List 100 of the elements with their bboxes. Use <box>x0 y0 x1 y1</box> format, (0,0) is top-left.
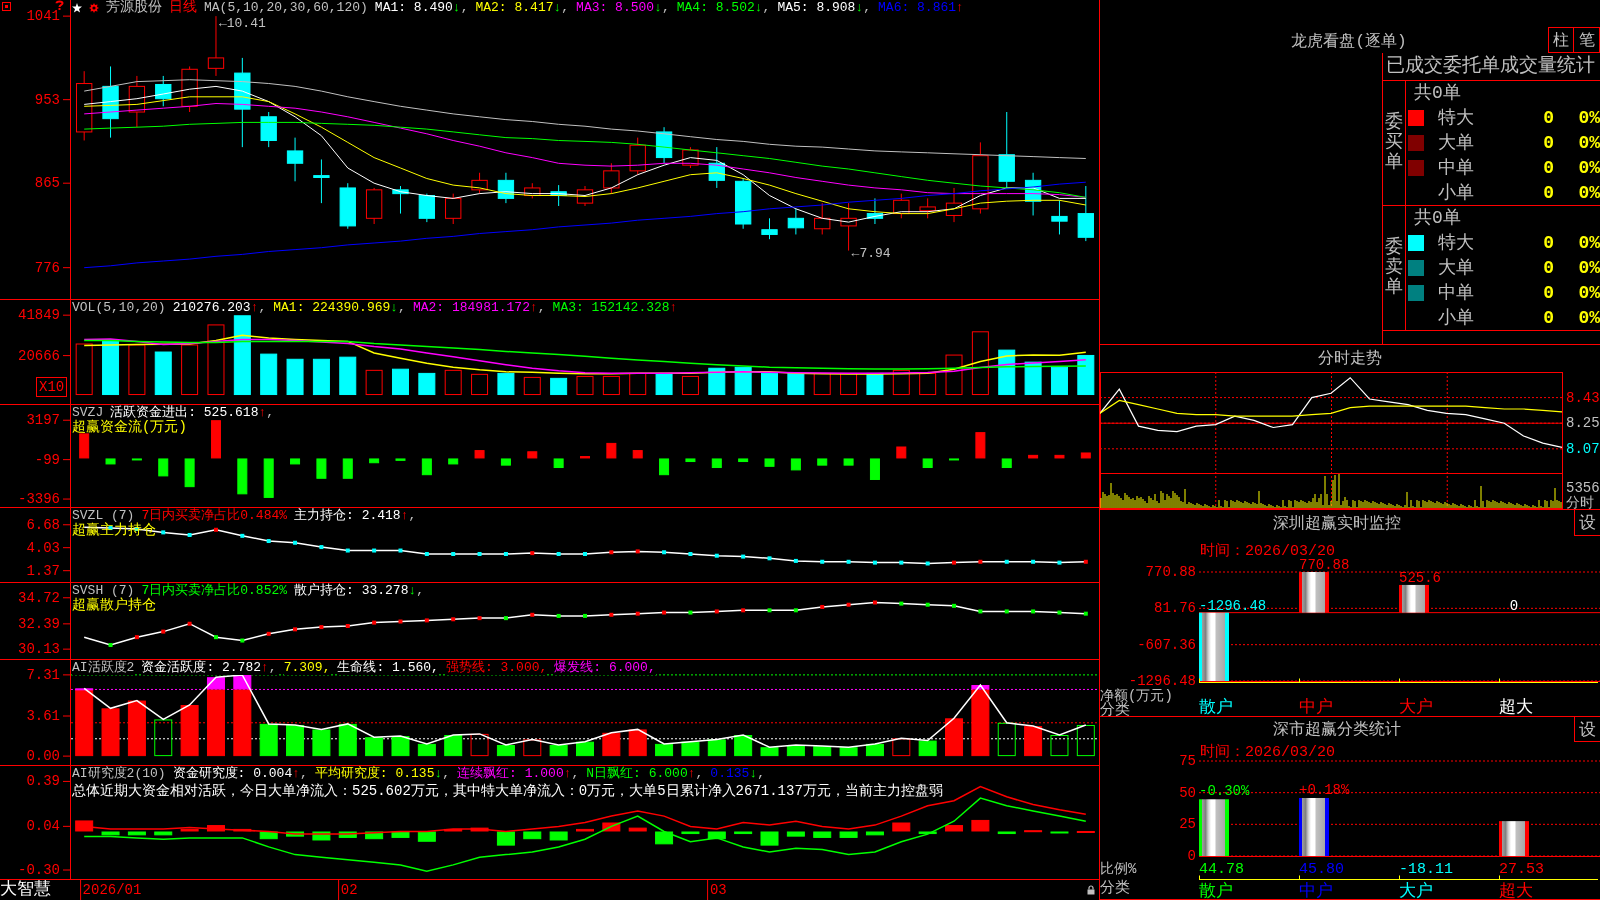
indicator-value: 7日内买卖净占比0.484% <box>141 508 288 523</box>
order-count: 0 <box>1543 107 1554 130</box>
indicator-value: 7日内买卖净占比0.852% <box>141 583 288 598</box>
indicator-name: VOL(5,10,20) <box>72 300 166 315</box>
candlestick <box>313 158 330 204</box>
order-count: 0 <box>1543 257 1554 279</box>
axis-label: 0.39 <box>26 773 60 790</box>
candlestick <box>286 137 304 182</box>
panel-title: 分时走势 <box>1317 348 1383 369</box>
settings-button[interactable]: 设 <box>1574 510 1600 536</box>
axis-label: 7.31 <box>26 666 60 683</box>
candlestick <box>392 185 409 215</box>
order-size-label: 中单 <box>1437 281 1474 304</box>
table-title: 已成交委托单成交量统计 <box>1383 53 1600 81</box>
candlestick <box>945 187 963 223</box>
axis-label: 1.37 <box>26 562 60 579</box>
order-percent: 0% <box>1578 181 1600 204</box>
order-size-label: 大单 <box>1437 257 1474 279</box>
value-label: 45.80 <box>1299 861 1344 878</box>
axis-label: 81.76 <box>1154 600 1196 617</box>
view-toggle-button[interactable]: 柱 <box>1548 27 1574 53</box>
axis-label: -99 <box>34 451 60 468</box>
order-percent: 0% <box>1578 306 1600 329</box>
order-size-label: 小单 <box>1437 306 1474 329</box>
candlestick <box>1051 199 1068 235</box>
star-icon[interactable] <box>72 2 82 13</box>
candlestick <box>655 126 673 164</box>
summary-text: 总体近期大资金相对活跃，今日大单净流入：525.602万元，其中特大单净流入：0万元，大单5日累计净入2671.137万元，当前主力控盘弱 <box>72 783 943 800</box>
category-label: 大户 <box>1399 698 1433 716</box>
candlestick <box>603 162 620 195</box>
indicator-legend: 超赢资金流(万元) <box>72 420 187 435</box>
change-label: +0.18% <box>1299 782 1350 798</box>
order-size-label: 特大 <box>1437 107 1474 130</box>
axis-label: 8.43 <box>1566 389 1600 406</box>
axis-label: 4.03 <box>26 539 60 556</box>
candlestick <box>866 197 884 225</box>
candlestick <box>682 146 699 169</box>
axis-label: 776 <box>34 259 60 276</box>
axis-label: 25 <box>1179 816 1196 833</box>
order-percent: 0% <box>1578 257 1600 279</box>
axis-label: 8.25 <box>1566 415 1600 432</box>
settings-button[interactable]: 设 <box>1574 717 1600 742</box>
axis-label: 953 <box>34 91 60 108</box>
indicator-value: MA3: 152142.328↑ <box>552 300 678 315</box>
indicator-value: MA1: 8.490↓, <box>374 0 469 15</box>
order-percent: 0% <box>1578 132 1600 154</box>
axis-label: 0 <box>1187 848 1196 864</box>
value-label: -18.11 <box>1399 861 1453 878</box>
category-bar <box>1399 584 1429 613</box>
value-label: 0 <box>1509 597 1519 614</box>
category-label: 散户 <box>1199 882 1233 899</box>
indicator-value: MA1: 224390.969↓, <box>273 300 406 315</box>
candlestick <box>919 197 936 219</box>
axis-label: 8.07 <box>1566 440 1600 457</box>
candlestick <box>735 177 752 230</box>
category-label: 超大 <box>1499 698 1533 716</box>
order-count: 0 <box>1543 156 1554 179</box>
category-bar <box>1199 612 1229 681</box>
indicator-value: 资金研究度: 0.004↑, <box>172 766 308 781</box>
axis-title: 比例% <box>1100 861 1137 877</box>
panel-title: 深市超赢分类统计 <box>1272 719 1402 740</box>
date-label: 2026/01 <box>79 880 142 900</box>
value-label: -1296.48 <box>1199 597 1267 614</box>
lock-icon[interactable] <box>1087 885 1095 895</box>
candlestick <box>576 185 594 207</box>
order-count: 0 <box>1543 306 1554 329</box>
time-label: 时间：2026/03/20 <box>1200 744 1335 761</box>
order-percent: 0% <box>1578 156 1600 179</box>
category-label: 大户 <box>1399 882 1433 899</box>
axis-label: 865 <box>34 175 60 192</box>
period-label: 日线 <box>169 0 197 15</box>
axis-label: 6.68 <box>26 516 60 533</box>
gear-icon[interactable] <box>89 2 99 13</box>
axis-label: 3197 <box>26 412 60 429</box>
candlestick <box>365 187 383 225</box>
value-label: 27.53 <box>1499 861 1544 878</box>
order-percent: 0% <box>1578 107 1600 130</box>
date-label: 03 <box>706 880 727 900</box>
order-count: 0 <box>1543 132 1554 154</box>
axis-label: -607.36 <box>1137 636 1196 653</box>
indicator-value: MA3: 8.500↓, <box>576 0 670 15</box>
indicator-value: 强势线: 3.000, <box>445 660 548 675</box>
help-icon[interactable] <box>55 0 64 10</box>
axis-title: 分类 <box>1100 702 1130 716</box>
order-percent: 0% <box>1578 281 1600 304</box>
candlestick <box>260 111 277 148</box>
axis-label: -0.30 <box>18 862 60 878</box>
order-size-label: 大单 <box>1437 132 1474 154</box>
category-label: 中户 <box>1299 882 1333 899</box>
candlestick <box>761 217 778 240</box>
view-toggle-button[interactable]: 笔 <box>1574 27 1600 53</box>
indicator-value: 资金活跃度: 2.782↑, <box>141 660 277 675</box>
indicator-name: SVSH (7) <box>72 583 135 598</box>
category-bar <box>1299 572 1329 613</box>
price-annotation: ←10.41 <box>218 15 266 31</box>
scale-badge: X10 <box>36 377 68 397</box>
square-icon[interactable] <box>2 2 11 11</box>
value-label: 44.78 <box>1199 861 1244 878</box>
category-label: 中户 <box>1299 698 1333 716</box>
value-label: 525.6 <box>1399 569 1441 586</box>
